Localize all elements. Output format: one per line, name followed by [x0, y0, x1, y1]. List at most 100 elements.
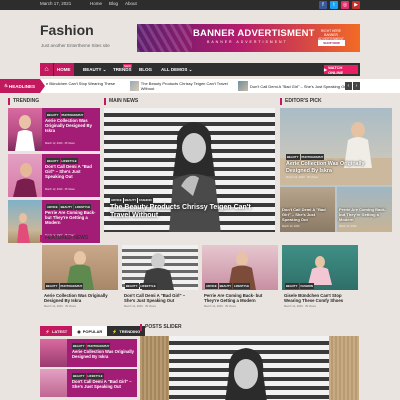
ticker-item[interactable]: e Bündchen Can't Stop Wearing These [46, 81, 124, 86]
trending-card[interactable]: BEAUTY LIFESTYLE Don't Call Demi A "Bad … [8, 154, 100, 197]
tab-latest[interactable]: ⚡ LATEST [40, 326, 73, 336]
featured-card[interactable]: BEAUTY FASHION Gisele Bündchen Can't Sto… [282, 245, 358, 309]
tag[interactable]: FASHION [299, 283, 314, 289]
section-title-main-news: MAIN NEWS [104, 98, 138, 105]
youtube-icon[interactable]: ▶ [352, 1, 360, 9]
tag[interactable]: BEAUTY [286, 154, 300, 160]
social-links: f t ◎ ▶ [319, 1, 360, 9]
banner-title: BANNER ADVERTISMENT [193, 28, 315, 39]
featured-image: ADVICE BEAUTY LIFESTYLE [202, 245, 278, 290]
ticker-thumbnail [238, 81, 248, 91]
editors-pick-sub-card[interactable]: Don't Call Demi A "Bad Girl" – She's Jus… [280, 187, 335, 232]
ticker-item-title: e Bündchen Can't Stop Wearing These [46, 81, 116, 86]
tag[interactable]: LIFESTYLE [139, 283, 157, 289]
tag[interactable]: BEAUTY [125, 283, 139, 289]
latest-image [40, 339, 67, 367]
top-links: Home Blog About [90, 1, 137, 6]
trending-title[interactable]: Don't Call Demi A "Bad Girl" – She's Jus… [45, 164, 98, 179]
banner-shop-button[interactable]: SHOP NOW [318, 40, 345, 46]
instagram-icon[interactable]: ◎ [341, 1, 349, 9]
top-bar: March 17, 2021 Home Blog About f t ◎ ▶ [0, 0, 400, 10]
banner-stripes [137, 24, 192, 52]
section-title-featured-news: FEATURED NEWS [40, 235, 88, 242]
banner-subtitle: BANNER ADVERTISMENT [207, 40, 288, 44]
site-logo[interactable]: Fashion [40, 22, 94, 38]
tag[interactable]: BEAUTY [285, 283, 299, 289]
tag[interactable]: LIFESTYLE [233, 283, 251, 289]
twitter-icon[interactable]: t [330, 1, 338, 9]
tag[interactable]: ADVICE [205, 283, 218, 289]
facebook-icon[interactable]: f [319, 1, 327, 9]
nav-item-all-demos[interactable]: ALL DEMOS ⌄ [161, 67, 192, 73]
featured-title[interactable]: Aerie Collection Was Originally Designed… [42, 293, 118, 304]
featured-title[interactable]: Don't Call Demi A "Bad Girl" – She's Jus… [122, 293, 198, 304]
ticker-arrows: ‹ › [345, 82, 360, 90]
ticker-item[interactable]: Don't Call Demi A "Bad Girl" – She's Jus… [238, 81, 348, 91]
headlines-ticker: ♨ HEADLINES e Bündchen Can't Stop Wearin… [0, 79, 400, 93]
nav-item-blog[interactable]: BLOG [139, 67, 152, 72]
tag[interactable]: ADVICE [110, 197, 123, 203]
section-title-trending: TRENDING [8, 98, 39, 105]
editors-pick-sub-card[interactable]: Perrie Are Coming Back- but They're Gett… [337, 187, 392, 232]
tag[interactable]: PHOTOGRAPHY [59, 283, 84, 289]
current-date: March 17, 2021 [40, 1, 72, 6]
nav-item-beauty[interactable]: BEAUTY ⌄ [83, 67, 106, 73]
featured-card[interactable]: BEAUTY LIFESTYLE Don't Call Demi A "Bad … [122, 245, 198, 309]
watch-online-button[interactable]: ▶ WATCH ONLINE [324, 64, 358, 75]
tag[interactable]: BEAUTY [45, 283, 59, 289]
chevron-left-icon[interactable]: ‹ [345, 82, 352, 90]
main-news-title[interactable]: The Beauty Products Chrissy Teigen Can't… [110, 204, 265, 220]
headlines-label: ♨ HEADLINES [0, 79, 45, 93]
watch-online-label: WATCH ONLINE [328, 64, 344, 75]
tag[interactable]: PHOTOGRAPHY [300, 154, 325, 160]
section-title-editors-pick: EDITOR'S PICK [280, 98, 322, 105]
featured-tags: BEAUTY PHOTOGRAPHY [45, 283, 84, 289]
top-link-blog[interactable]: Blog [109, 1, 118, 6]
banner-ad[interactable]: BANNER ADVERTISMENT BANNER ADVERTISMENT … [137, 24, 360, 52]
latest-tabs: ⚡ LATEST ◉ POPULAR ⚡ TRENDING [40, 326, 146, 336]
featured-title[interactable]: Gisele Bündchen Can't Stop Wearing These… [282, 293, 358, 304]
featured-card[interactable]: ADVICE BEAUTY LIFESTYLE Perrie Are Comin… [202, 245, 278, 309]
latest-title[interactable]: Don't Call Demi A "Bad Girl" – She's Jus… [72, 379, 134, 389]
latest-item[interactable]: BEAUTY PHOTOGRAPHY Aerie Collection Was … [40, 339, 137, 367]
trending-title[interactable]: Perrie Are Coming Back- but They're Gett… [45, 210, 98, 225]
featured-card[interactable]: BEAUTY PHOTOGRAPHY Aerie Collection Was … [42, 245, 118, 309]
featured-image: BEAUTY LIFESTYLE [122, 245, 198, 290]
home-icon[interactable]: ⌂ [40, 63, 53, 76]
editors-pick: BEAUTY PHOTOGRAPHY Aerie Collection Was … [280, 108, 392, 232]
ticker-item[interactable]: The Beauty Products Chrissy Teigen Can't… [130, 81, 230, 91]
main-nav: ⌂ HOME BEAUTY ⌄ TRENDS NEW BLOG ALL DEMO… [40, 63, 360, 76]
featured-meta: March 12, 2020 · 35 Views [284, 304, 316, 308]
nav-item-home[interactable]: HOME [54, 63, 74, 76]
trending-icon: ⚡ [112, 328, 118, 334]
tag[interactable]: BEAUTY [123, 197, 138, 203]
tag[interactable]: BEAUTY [218, 283, 233, 289]
top-link-home[interactable]: Home [90, 1, 102, 6]
editors-pick-meta: March 12, 2020 · 35 Views [286, 176, 318, 179]
flame-icon: ⚡ [45, 328, 50, 334]
trending-card[interactable]: BEAUTY PHOTOGRAPHY Aerie Collection Was … [8, 108, 100, 151]
ticker-item-title: The Beauty Products Chrissy Teigen Can't… [140, 81, 228, 91]
trending-meta: March 12, 2020 · 35 Views [45, 188, 75, 191]
tag[interactable]: FASHION [138, 197, 153, 203]
chevron-right-icon[interactable]: › [353, 82, 360, 90]
latest-title[interactable]: Aerie Collection Was Originally Designed… [72, 349, 134, 359]
top-link-about[interactable]: About [125, 1, 137, 6]
slider-prev-image [140, 336, 169, 400]
section-title-posts-slider: POSTS SLIDER [140, 324, 182, 331]
main-news-tags: ADVICE BEAUTY FASHION [110, 197, 153, 203]
trending-title[interactable]: Aerie Collection Was Originally Designed… [45, 118, 98, 133]
flame-icon: ♨ [4, 83, 9, 88]
tab-popular[interactable]: ◉ POPULAR [72, 326, 108, 336]
featured-title[interactable]: Perrie Are Coming Back- but They're Gett… [202, 293, 278, 304]
editors-pick-title[interactable]: Aerie Collection Was Originally Designed… [286, 161, 386, 174]
editors-pick-sub-title[interactable]: Don't Call Demi A "Bad Girl" – She's Jus… [282, 207, 333, 222]
posts-slider[interactable] [140, 336, 359, 400]
slider-main-image [169, 336, 329, 400]
featured-tags: BEAUTY LIFESTYLE [125, 283, 157, 289]
editors-pick-sub-title[interactable]: Perrie Are Coming Back- but They're Gett… [339, 207, 390, 222]
trending-meta: March 12, 2020 · 35 Views [45, 142, 75, 145]
latest-item[interactable]: BEAUTY LIFESTYLE Don't Call Demi A "Bad … [40, 369, 137, 397]
ticker-thumbnail [130, 81, 139, 91]
main-news-card[interactable]: ADVICE BEAUTY FASHION The Beauty Product… [104, 108, 275, 232]
